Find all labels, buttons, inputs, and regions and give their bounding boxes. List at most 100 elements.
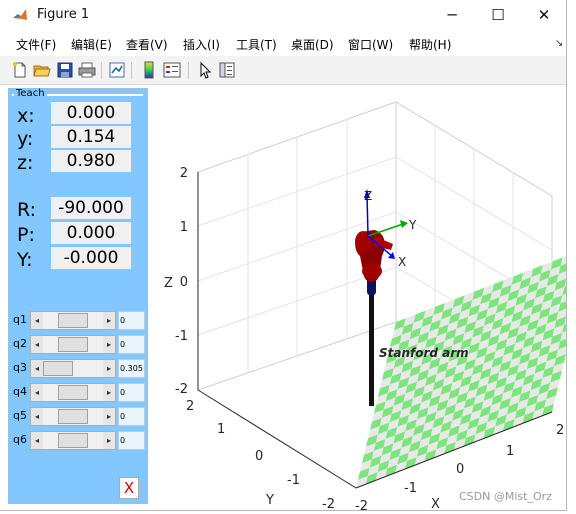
dock-arrow-icon[interactable]: ↘	[555, 38, 563, 49]
joint-value-field[interactable]: 0	[118, 431, 145, 450]
robot-joint-2	[362, 263, 382, 279]
joint-slider[interactable]: ◂ ▸	[30, 359, 116, 378]
x-tick: -1	[404, 481, 417, 496]
menu-help[interactable]: 帮助(H)	[409, 36, 451, 53]
z-label: z:	[17, 152, 34, 174]
menu-window[interactable]: 窗口(W)	[348, 36, 393, 53]
y-axis-label: Y	[265, 493, 274, 508]
z-axis-ticks: 2 1 0 -1 -2	[175, 166, 188, 397]
toolbar-separator	[131, 62, 132, 79]
slider-left-arrow-icon[interactable]: ◂	[31, 360, 43, 377]
roll-label: R:	[17, 199, 37, 221]
joint-value-field[interactable]: 0	[118, 407, 145, 426]
z-tick: 1	[180, 220, 188, 235]
slider-right-arrow-icon[interactable]: ▸	[103, 312, 115, 329]
quit-button[interactable]: X	[119, 477, 139, 499]
x-tick: 1	[506, 444, 514, 459]
z-tick: -1	[175, 329, 188, 344]
slider-thumb[interactable]	[43, 361, 73, 376]
joint-slider[interactable]: ◂ ▸	[30, 311, 116, 330]
legend-icon[interactable]	[163, 61, 181, 79]
z-value: 0.980	[51, 150, 131, 172]
teach-panel: Teach x: 0.000 y: 0.154 z: 0.980 R: -90.…	[8, 88, 148, 504]
slider-left-arrow-icon[interactable]: ◂	[31, 432, 43, 449]
x-value: 0.000	[51, 102, 131, 124]
pointer-icon[interactable]	[196, 61, 214, 79]
y-tick: 2	[186, 399, 194, 414]
z-tick: -2	[175, 382, 188, 397]
joint-label: q3	[13, 361, 27, 374]
minimize-button[interactable]: ─	[429, 0, 475, 31]
joint-value-field[interactable]: 0.305	[118, 359, 145, 378]
close-button[interactable]: ✕	[521, 0, 567, 31]
menu-tools[interactable]: 工具(T)	[236, 36, 277, 53]
x-label: x:	[17, 105, 35, 127]
yaw-label: Y:	[17, 249, 33, 271]
slider-right-arrow-icon[interactable]: ▸	[103, 432, 115, 449]
pitch-value: 0.000	[51, 222, 131, 244]
slider-right-arrow-icon[interactable]: ▸	[103, 360, 115, 377]
joint-label: q1	[13, 313, 27, 326]
slider-right-arrow-icon[interactable]: ▸	[103, 336, 115, 353]
new-file-icon[interactable]	[11, 61, 29, 79]
yaw-value: -0.000	[51, 247, 131, 269]
x-tick: 0	[456, 462, 464, 477]
frame-x-label: X	[398, 255, 406, 269]
window-title: Figure 1	[37, 7, 90, 22]
joint-label: q5	[13, 409, 27, 422]
y-value: 0.154	[51, 126, 131, 148]
figure-window: Figure 1 ─ ☐ ✕ 文件(F) 编辑(E) 查看(V) 插入(I) 工…	[0, 0, 567, 511]
slider-left-arrow-icon[interactable]: ◂	[31, 384, 43, 401]
colorbar-icon[interactable]	[140, 61, 158, 79]
joint-value-field[interactable]: 0	[118, 383, 145, 402]
y-tick: 0	[255, 449, 263, 464]
menu-edit[interactable]: 编辑(E)	[71, 36, 112, 53]
menu-desktop[interactable]: 桌面(D)	[291, 36, 334, 53]
slider-thumb[interactable]	[58, 409, 88, 424]
slider-left-arrow-icon[interactable]: ◂	[31, 312, 43, 329]
joint-slider[interactable]: ◂ ▸	[30, 431, 116, 450]
slider-thumb[interactable]	[58, 313, 88, 328]
joint-slider[interactable]: ◂ ▸	[30, 383, 116, 402]
roll-value: -90.000	[51, 197, 131, 219]
teach-panel-title: Teach	[14, 88, 47, 99]
y-tick: 1	[217, 422, 225, 437]
slider-right-arrow-icon[interactable]: ▸	[103, 408, 115, 425]
menu-file[interactable]: 文件(F)	[16, 36, 56, 53]
joint-label: q4	[13, 385, 27, 398]
checkered-floor	[356, 256, 566, 488]
menu-insert[interactable]: 插入(I)	[183, 36, 220, 53]
link-plot-icon[interactable]	[108, 61, 126, 79]
y-tick: -1	[287, 473, 300, 488]
menu-bar: 文件(F) 编辑(E) 查看(V) 插入(I) 工具(T) 桌面(D) 窗口(W…	[0, 31, 566, 56]
joint-slider[interactable]: ◂ ▸	[30, 407, 116, 426]
z-axis-label: Z	[164, 276, 173, 291]
joint-value-field[interactable]: 0	[118, 335, 145, 354]
open-folder-icon[interactable]	[33, 61, 51, 79]
slider-thumb[interactable]	[58, 337, 88, 352]
maximize-button[interactable]: ☐	[475, 0, 521, 31]
y-label: y:	[17, 128, 34, 150]
title-bar: Figure 1 ─ ☐ ✕	[0, 0, 566, 31]
x-tick: -2	[355, 499, 368, 510]
slider-right-arrow-icon[interactable]: ▸	[103, 384, 115, 401]
slider-left-arrow-icon[interactable]: ◂	[31, 336, 43, 353]
print-icon[interactable]	[78, 61, 96, 79]
toolbar-separator	[101, 62, 102, 79]
matlab-logo-icon	[12, 7, 28, 23]
z-tick: 0	[180, 275, 188, 290]
slider-thumb[interactable]	[58, 433, 88, 448]
joint-label: q6	[13, 433, 27, 446]
property-inspector-icon[interactable]	[218, 61, 236, 79]
robot-3d-axes[interactable]: Z Y X Stanford arm 2 1 0 -1 -2 Z 2 1 0 -…	[148, 84, 566, 510]
robot-prismatic-link	[369, 284, 374, 406]
slider-left-arrow-icon[interactable]: ◂	[31, 408, 43, 425]
menu-view[interactable]: 查看(V)	[126, 36, 168, 53]
joint-value-field[interactable]: 0	[118, 311, 145, 330]
joint-slider[interactable]: ◂ ▸	[30, 335, 116, 354]
frame-z-label: Z	[364, 189, 372, 203]
slider-thumb[interactable]	[58, 385, 88, 400]
x-tick: 2	[556, 423, 564, 438]
save-icon[interactable]	[56, 61, 74, 79]
joint-label: q2	[13, 337, 27, 350]
